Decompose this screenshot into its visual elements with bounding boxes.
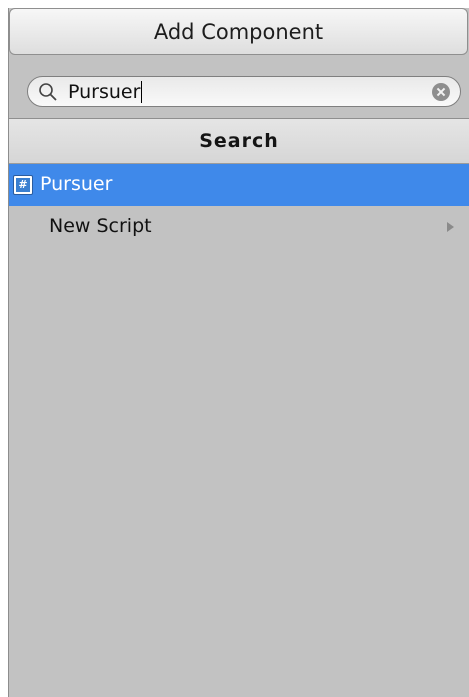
add-component-panel: Add Component Pursuer Search # Pursuer N…	[8, 8, 469, 697]
chevron-right-icon	[447, 222, 454, 232]
section-title: Search	[199, 130, 279, 152]
search-row: Pursuer	[9, 55, 469, 118]
list-item-label: New Script	[49, 215, 152, 237]
add-component-label: Add Component	[153, 19, 324, 44]
clear-icon[interactable]	[432, 83, 450, 101]
text-caret	[141, 81, 143, 103]
search-icon	[39, 83, 57, 101]
search-input[interactable]: Pursuer	[27, 76, 461, 107]
list-item-new-script[interactable]: New Script	[9, 206, 469, 248]
search-value[interactable]: Pursuer	[68, 81, 143, 103]
csharp-script-icon: #	[13, 175, 33, 195]
list-item-pursuer[interactable]: # Pursuer	[9, 164, 469, 206]
result-list: # Pursuer New Script	[9, 164, 469, 248]
list-item-label: Pursuer	[40, 173, 113, 195]
add-component-button[interactable]: Add Component	[9, 8, 468, 55]
section-header: Search	[9, 119, 469, 164]
